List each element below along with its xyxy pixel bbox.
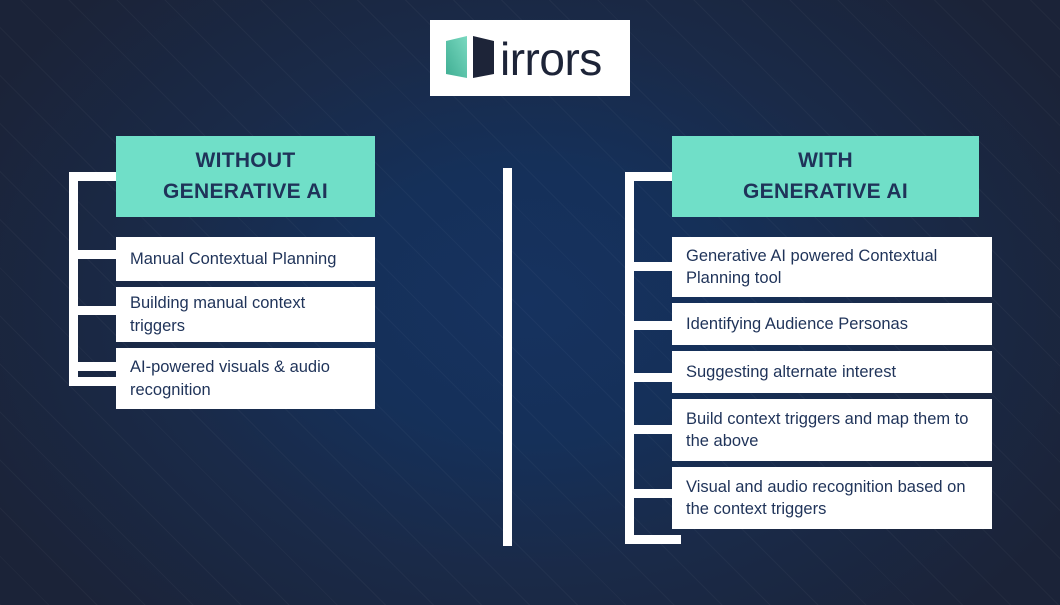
column-right-header-line1: WITH — [798, 149, 853, 173]
list-item[interactable]: Visual and audio recognition based on th… — [672, 467, 992, 529]
list-item-label: Identifying Audience Personas — [686, 314, 908, 333]
list-item[interactable]: Manual Contextual Planning — [116, 237, 375, 281]
list-item[interactable]: Generative AI powered Contextual Plannin… — [672, 237, 992, 297]
column-left-header-line2: GENERATIVE AI — [163, 179, 328, 203]
column-left-header: WITHOUT GENERATIVE AI — [116, 136, 375, 217]
logo-wordmark: irrors — [500, 33, 602, 85]
list-item[interactable]: Suggesting alternate interest — [672, 351, 992, 393]
list-item-label: Suggesting alternate interest — [686, 362, 897, 381]
list-item-label: Manual Contextual Planning — [130, 249, 337, 268]
list-item[interactable]: AI-powered visuals & audio recognition — [116, 348, 375, 409]
column-right-header-line2: GENERATIVE AI — [743, 179, 908, 203]
list-item[interactable]: Identifying Audience Personas — [672, 303, 992, 345]
infographic-canvas: irrors WITHOUT GENERATIVE AI Manual Cont… — [0, 0, 1060, 605]
list-item[interactable]: Build context triggers and map them to t… — [672, 399, 992, 461]
list-item-label: Visual and audio recognition based on th… — [686, 477, 966, 518]
column-right-header: WITH GENERATIVE AI — [672, 136, 979, 217]
column-left-header-line1: WITHOUT — [195, 149, 296, 173]
list-item-label: Generative AI powered Contextual Plannin… — [686, 246, 938, 287]
logo: irrors — [430, 20, 630, 96]
list-item-label: Building manual context triggers — [130, 294, 306, 335]
list-item-label: Build context triggers and map them to t… — [686, 409, 969, 450]
column-left-content: WITHOUT GENERATIVE AI Manual Contextual … — [116, 136, 375, 409]
column-right-content: WITH GENERATIVE AI Generative AI powered… — [672, 136, 992, 529]
open-book-mirror-icon — [446, 36, 494, 78]
center-divider — [503, 168, 512, 546]
list-item-label: AI-powered visuals & audio recognition — [130, 358, 330, 399]
list-item[interactable]: Building manual context triggers — [116, 287, 375, 342]
